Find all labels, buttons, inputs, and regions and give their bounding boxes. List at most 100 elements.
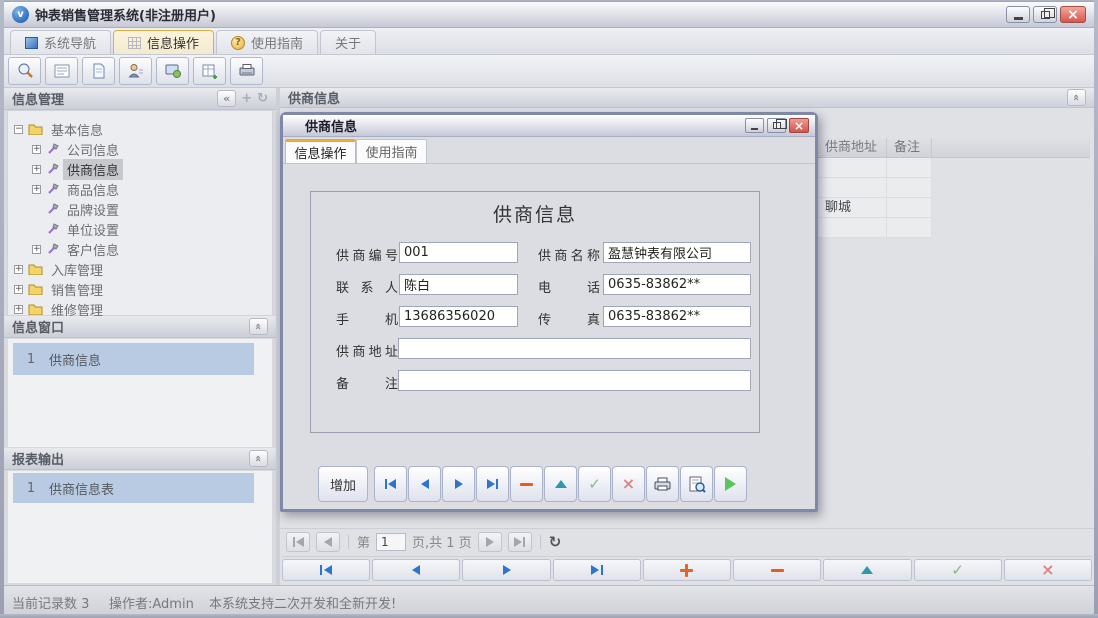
expand-toggle[interactable]: + (32, 245, 41, 254)
info-window-list-item[interactable]: 1 供商信息 (13, 343, 254, 375)
tab-user-guide[interactable]: ? 使用指南 (216, 30, 318, 54)
prev-record-button[interactable] (408, 466, 441, 502)
tree-item-unit-settings[interactable]: 单位设置 (32, 219, 123, 239)
nav-first-button[interactable] (282, 559, 370, 581)
expand-toggle[interactable]: + (32, 145, 41, 154)
supplier-name-input[interactable] (603, 242, 751, 263)
tree-item-product-info[interactable]: + 商品信息 (32, 179, 123, 199)
supplier-code-input[interactable] (399, 242, 518, 263)
cancel-record-button[interactable]: × (612, 466, 645, 502)
add-icon[interactable]: + (241, 91, 252, 106)
close-button[interactable]: × (1060, 6, 1086, 23)
table-row[interactable]: 聊城 (818, 198, 932, 218)
toolbar-user-button[interactable] (119, 57, 152, 85)
dialog-button-bar: 增加 ✓ × (318, 466, 747, 502)
sidebar-collapse-button[interactable]: « (217, 90, 236, 107)
toolbar-print-button[interactable] (230, 57, 263, 85)
expand-toggle[interactable]: + (32, 165, 41, 174)
panel-title: 供商信息 (288, 88, 340, 107)
tree-item-brand-settings[interactable]: 品牌设置 (32, 199, 123, 219)
sidebar: 信息管理 « + ↻ − 基本信息 + 公司信息 + 供商信息 (4, 88, 276, 585)
toolbar-table-button[interactable] (193, 57, 226, 85)
contact-person-input[interactable] (399, 274, 518, 295)
print-preview-button[interactable] (680, 466, 713, 502)
tree-item-inbound-mgmt[interactable]: + 入库管理 (14, 259, 107, 279)
refresh-icon[interactable]: ↻ (257, 91, 268, 106)
main-panel-collapse-button[interactable]: « (1067, 89, 1086, 106)
dialog-tab-info-operation[interactable]: 信息操作 (285, 139, 356, 163)
folder-icon (28, 123, 43, 135)
restore-button[interactable] (1033, 6, 1057, 23)
expand-toggle[interactable]: + (14, 285, 23, 294)
tree-item-supplier-info[interactable]: + 供商信息 (32, 159, 123, 179)
tree-item-customer-info[interactable]: + 客户信息 (32, 239, 123, 259)
dialog-title-bar[interactable]: 供商信息 × (283, 115, 815, 137)
table-row[interactable] (818, 218, 932, 238)
next-record-button[interactable] (442, 466, 475, 502)
report-collapse-button[interactable]: « (249, 450, 268, 467)
remark-input[interactable] (398, 370, 751, 391)
tab-info-operation[interactable]: 信息操作 (113, 30, 214, 54)
supplier-address-input[interactable] (398, 338, 751, 359)
toolbar-window-button[interactable] (156, 57, 189, 85)
toolbar-form-button[interactable] (45, 57, 78, 85)
cancel-record-button[interactable]: × (1004, 559, 1092, 581)
toolbar-search-button[interactable] (8, 57, 41, 85)
dialog-tab-bar: 信息操作 使用指南 (283, 137, 815, 163)
first-record-button[interactable] (374, 466, 407, 502)
delete-record-button[interactable] (733, 559, 821, 581)
table-row[interactable] (818, 178, 932, 198)
column-header-remark[interactable]: 备注 (887, 138, 932, 158)
dialog-content: 供商信息 供商编号 供商名称 联系人 电话 手机 (283, 163, 815, 509)
post-record-button[interactable]: ✓ (914, 559, 1002, 581)
last-record-button[interactable] (476, 466, 509, 502)
insert-record-button[interactable] (643, 559, 731, 581)
info-management-header: 信息管理 « + ↻ (4, 88, 276, 110)
toolbar (0, 55, 1098, 88)
report-list-item[interactable]: 1 供商信息表 (13, 473, 254, 503)
info-window-collapse-button[interactable]: « (249, 318, 268, 335)
refresh-button[interactable]: ↻ (549, 533, 562, 551)
minimize-button[interactable] (1006, 6, 1030, 23)
nav-last-button[interactable] (553, 559, 641, 581)
arrow-left-icon (324, 537, 332, 547)
page-input[interactable] (376, 533, 406, 551)
page-total-label: 页,共 1 页 (412, 532, 472, 551)
post-record-button[interactable]: ✓ (578, 466, 611, 502)
execute-button[interactable] (714, 466, 747, 502)
table-row[interactable] (818, 158, 932, 178)
nav-next-button[interactable] (462, 559, 550, 581)
tab-about[interactable]: 关于 (320, 30, 376, 54)
print-button[interactable] (646, 466, 679, 502)
expand-toggle[interactable]: + (32, 185, 41, 194)
tree-item-sales-mgmt[interactable]: + 销售管理 (14, 279, 107, 299)
delete-record-button[interactable] (510, 466, 543, 502)
phone-input[interactable] (603, 274, 751, 295)
dialog-maximize-button[interactable] (767, 118, 786, 133)
edit-record-button[interactable] (544, 466, 577, 502)
tab-system-navigation[interactable]: 系统导航 (10, 30, 111, 54)
column-header-supplier-address[interactable]: 供商地址 (818, 138, 887, 158)
page-last-button[interactable] (508, 532, 532, 552)
fax-input[interactable] (603, 306, 751, 327)
edit-record-button[interactable] (823, 559, 911, 581)
page-first-button[interactable] (286, 532, 310, 552)
search-icon (16, 62, 34, 80)
add-button[interactable]: 增加 (318, 466, 368, 502)
expand-toggle[interactable]: − (14, 125, 23, 134)
dialog-tab-user-guide[interactable]: 使用指南 (356, 139, 427, 163)
remark-label: 备注 (336, 373, 398, 392)
tree-item-company-info[interactable]: + 公司信息 (32, 139, 123, 159)
supplier-code-label: 供商编号 (336, 245, 398, 264)
nav-prev-button[interactable] (372, 559, 460, 581)
tree-item-basic-info[interactable]: − 基本信息 (14, 119, 107, 139)
toolbar-document-button[interactable] (82, 57, 115, 85)
x-icon: × (1041, 562, 1054, 578)
dialog-close-button[interactable]: × (789, 118, 809, 133)
dialog-minimize-button[interactable] (745, 118, 764, 133)
expand-toggle[interactable]: + (14, 305, 23, 314)
page-prev-button[interactable] (316, 532, 340, 552)
mobile-input[interactable] (399, 306, 518, 327)
page-next-button[interactable] (478, 532, 502, 552)
expand-toggle[interactable]: + (14, 265, 23, 274)
